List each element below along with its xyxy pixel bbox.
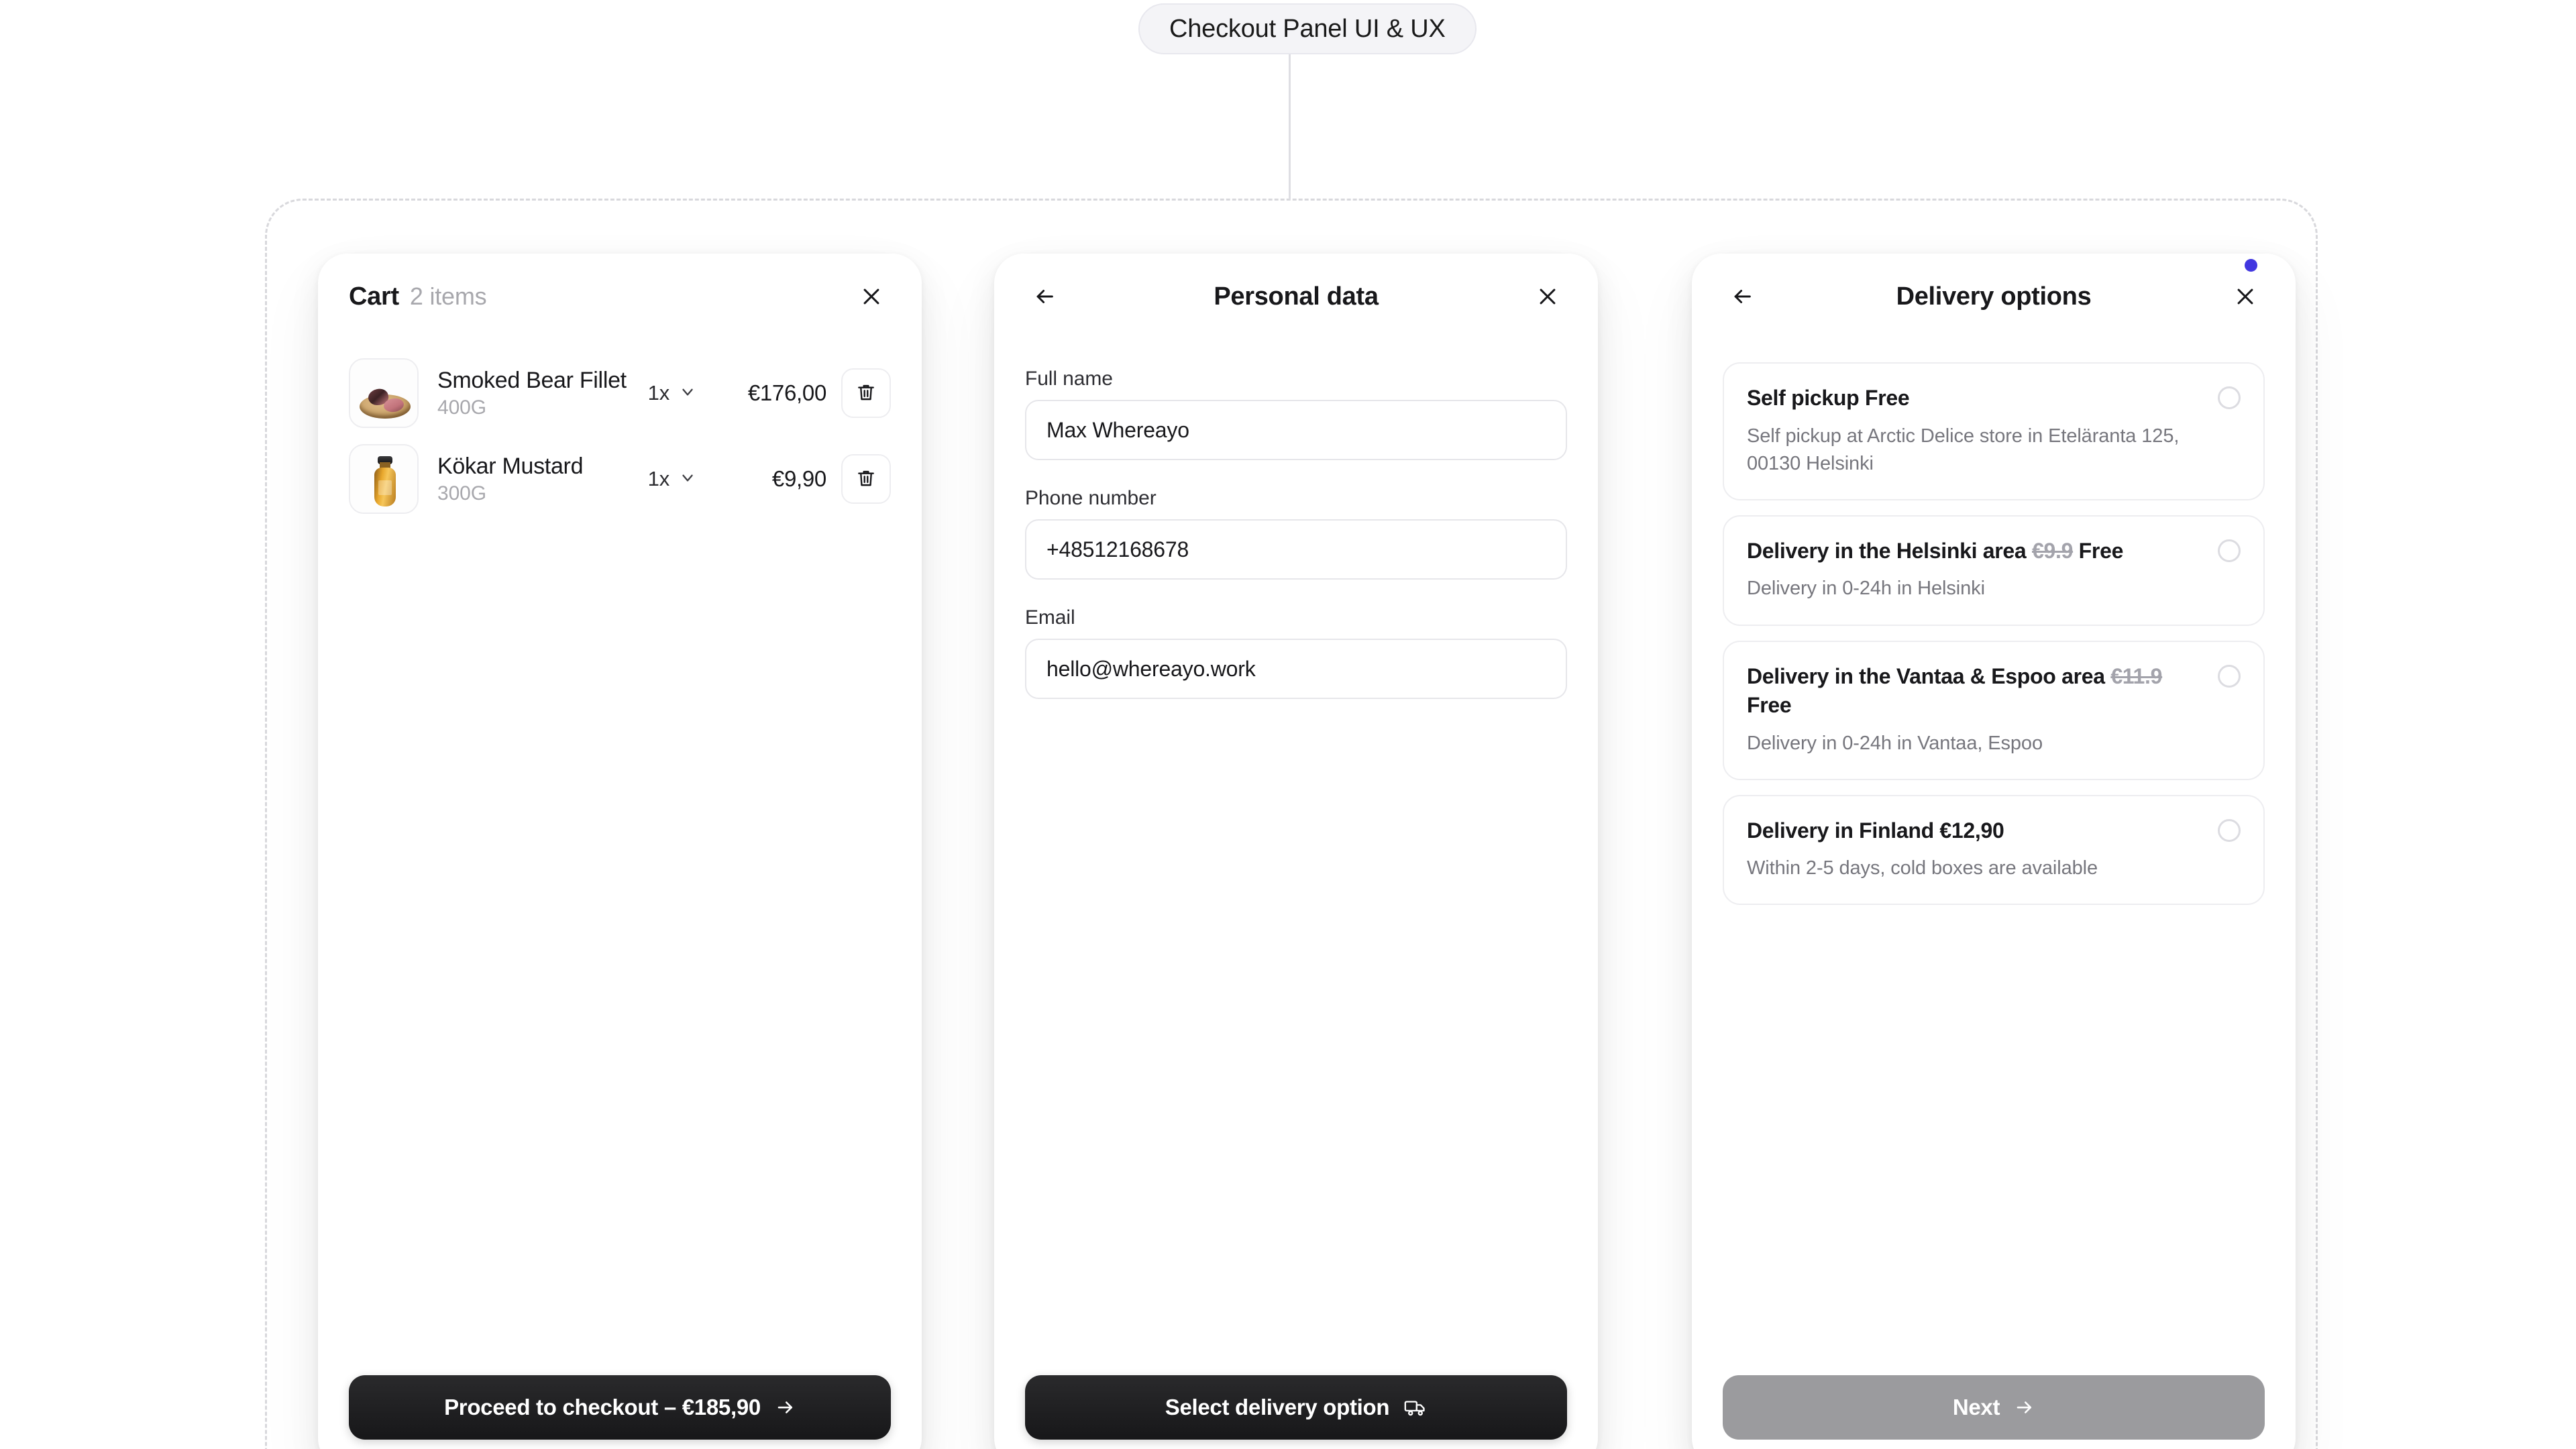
delivery-option-title-main: Self pickup Free bbox=[1747, 386, 1910, 410]
cart-panel-footer: Proceed to checkout – €185,90 bbox=[318, 1375, 922, 1449]
personal-data-close-button[interactable] bbox=[1528, 277, 1567, 316]
personal-data-title: Personal data bbox=[1214, 282, 1379, 311]
cart-item-quantity-value: 1x bbox=[647, 467, 670, 490]
frame-title-pill[interactable]: Checkout Panel UI & UX bbox=[1138, 3, 1477, 54]
cart-item-quantity-select[interactable]: 1x bbox=[645, 463, 699, 495]
close-icon bbox=[860, 285, 883, 308]
delivery-option-title: Delivery in the Helsinki area €9.9 Free bbox=[1747, 537, 2190, 566]
phone-number-input[interactable] bbox=[1025, 519, 1567, 580]
cart-item-quantity-value: 1x bbox=[647, 381, 670, 405]
delivery-option-description: Delivery in 0-24h in Vantaa, Espoo bbox=[1747, 732, 2043, 754]
delivery-option-description: Self pickup at Arctic Delice store in Et… bbox=[1747, 425, 2180, 474]
frame-title-label: Checkout Panel UI & UX bbox=[1169, 14, 1446, 43]
delivery-option-title-main: Delivery in the Helsinki area bbox=[1747, 538, 2032, 563]
delivery-option-description: Delivery in 0-24h in Helsinki bbox=[1747, 578, 1985, 600]
delivery-options-panel-header: Delivery options bbox=[1692, 254, 2296, 339]
close-icon bbox=[1536, 285, 1559, 308]
trash-icon bbox=[855, 468, 877, 491]
close-icon bbox=[2234, 285, 2257, 308]
arrow-left-icon bbox=[1033, 285, 1056, 308]
delivery-option-finland[interactable]: Delivery in Finland €12,90 Within 2-5 da… bbox=[1723, 794, 2265, 906]
delivery-option-radio[interactable] bbox=[2218, 818, 2241, 842]
email-field-group: Email bbox=[1025, 606, 1567, 699]
cart-item-price: €176,00 bbox=[747, 380, 826, 405]
delivery-option-self-pickup[interactable]: Self pickup Free Self pickup at Arctic D… bbox=[1723, 362, 2265, 500]
email-label: Email bbox=[1025, 606, 1075, 629]
delivery-options-title: Delivery options bbox=[1896, 282, 2092, 311]
proceed-to-checkout-label: Proceed to checkout – €185,90 bbox=[444, 1395, 761, 1419]
delivery-option-title-main: Delivery in the Vantaa & Espoo area bbox=[1747, 663, 2111, 688]
delivery-options-list: Self pickup Free Self pickup at Arctic D… bbox=[1692, 339, 2296, 1375]
cart-close-button[interactable] bbox=[852, 277, 891, 316]
delivery-option-radio[interactable] bbox=[2218, 386, 2241, 409]
arrow-right-icon bbox=[775, 1397, 796, 1417]
arrow-right-icon bbox=[2015, 1397, 2035, 1417]
chevron-down-icon bbox=[679, 383, 696, 404]
cart-item-price: €9,90 bbox=[771, 466, 826, 491]
personal-data-panel: Personal data Full name Phone number Ema… bbox=[994, 254, 1598, 1449]
delivery-option-old-price: €9.9 bbox=[2032, 538, 2074, 563]
delivery-options-panel-footer: Next bbox=[1692, 1375, 2296, 1449]
full-name-field-group: Full name bbox=[1025, 368, 1567, 460]
delivery-option-radio[interactable] bbox=[2218, 539, 2241, 562]
cart-item-count: 2 items bbox=[409, 282, 487, 310]
cart-item-row: Smoked Bear Fillet 400G 1x €176,00 bbox=[349, 350, 891, 436]
cart-title: Cart bbox=[349, 282, 399, 311]
full-name-input[interactable] bbox=[1025, 400, 1567, 460]
cart-title-row: Cart 2 items bbox=[349, 282, 487, 311]
proceed-to-checkout-button[interactable]: Proceed to checkout – €185,90 bbox=[349, 1375, 891, 1440]
cart-item-row: Kökar Mustard 300G 1x €9,90 bbox=[349, 436, 891, 522]
trash-icon bbox=[855, 382, 877, 405]
truck-icon bbox=[1404, 1397, 1427, 1417]
delivery-options-panel: Delivery options Self pickup Free Self p… bbox=[1692, 254, 2296, 1449]
delivery-option-price-suffix: Free bbox=[2073, 538, 2124, 563]
delivery-option-title: Delivery in the Vantaa & Espoo area €11.… bbox=[1747, 662, 2190, 720]
product-thumbnail-smoked-bear-fillet bbox=[349, 358, 419, 428]
delivery-option-helsinki[interactable]: Delivery in the Helsinki area €9.9 Free … bbox=[1723, 515, 2265, 626]
next-button[interactable]: Next bbox=[1723, 1375, 2265, 1440]
delivery-option-title: Self pickup Free bbox=[1747, 384, 2190, 413]
cart-item-weight: 400G bbox=[437, 396, 486, 419]
delivery-option-vantaa-espoo[interactable]: Delivery in the Vantaa & Espoo area €11.… bbox=[1723, 640, 2265, 780]
cart-panel-header: Cart 2 items bbox=[318, 254, 922, 339]
cursor-pointer-dot bbox=[2245, 259, 2257, 272]
personal-data-panel-header: Personal data bbox=[994, 254, 1598, 339]
cart-item-weight: 300G bbox=[437, 482, 486, 504]
select-delivery-option-label: Select delivery option bbox=[1165, 1395, 1390, 1419]
cart-item-info: Smoked Bear Fillet 400G bbox=[437, 368, 627, 419]
cart-item-remove-button[interactable] bbox=[841, 368, 891, 418]
delivery-option-price-suffix: Free bbox=[1747, 693, 1792, 718]
cart-item-quantity-select[interactable]: 1x bbox=[645, 377, 699, 409]
cart-item-info: Kökar Mustard 300G bbox=[437, 453, 583, 505]
personal-data-back-button[interactable] bbox=[1025, 277, 1064, 316]
cart-items-list: Smoked Bear Fillet 400G 1x €176,00 Kökar… bbox=[318, 339, 922, 1375]
delivery-options-close-button[interactable] bbox=[2226, 277, 2265, 316]
cart-item-remove-button[interactable] bbox=[841, 454, 891, 504]
personal-data-form: Full name Phone number Email bbox=[994, 339, 1598, 1375]
email-input[interactable] bbox=[1025, 639, 1567, 699]
delivery-option-description: Within 2-5 days, cold boxes are availabl… bbox=[1747, 857, 2098, 879]
delivery-option-title: Delivery in Finland €12,90 bbox=[1747, 816, 2190, 846]
panels-layer: Cart 2 items Smoked Bear Fillet 400G 1x … bbox=[0, 0, 2576, 1449]
next-button-label: Next bbox=[1952, 1395, 2000, 1419]
cart-panel: Cart 2 items Smoked Bear Fillet 400G 1x … bbox=[318, 254, 922, 1449]
full-name-label: Full name bbox=[1025, 368, 1113, 390]
cart-item-name: Smoked Bear Fillet bbox=[437, 367, 627, 393]
phone-number-label: Phone number bbox=[1025, 487, 1157, 509]
product-thumbnail-kokar-mustard bbox=[349, 444, 419, 514]
personal-data-panel-footer: Select delivery option bbox=[994, 1375, 1598, 1449]
select-delivery-option-button[interactable]: Select delivery option bbox=[1025, 1375, 1567, 1440]
delivery-option-radio[interactable] bbox=[2218, 664, 2241, 688]
delivery-option-title-main: Delivery in Finland €12,90 bbox=[1747, 818, 2004, 843]
chevron-down-icon bbox=[679, 469, 696, 490]
delivery-options-back-button[interactable] bbox=[1723, 277, 1762, 316]
delivery-option-old-price: €11.9 bbox=[2110, 663, 2163, 688]
cart-item-name: Kökar Mustard bbox=[437, 453, 584, 479]
arrow-left-icon bbox=[1731, 285, 1754, 308]
phone-number-field-group: Phone number bbox=[1025, 487, 1567, 580]
